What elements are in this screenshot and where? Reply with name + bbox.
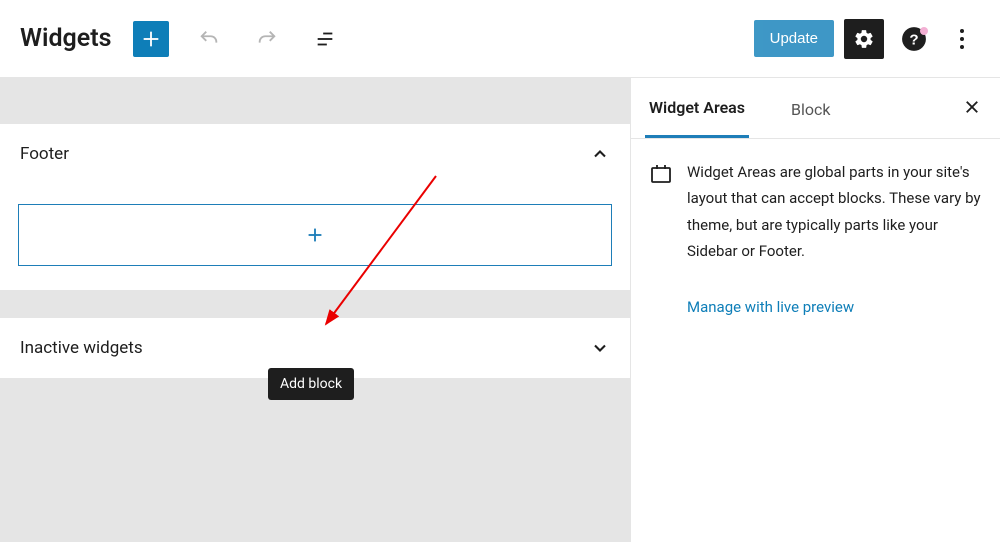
settings-sidebar: Widget Areas Block Widget Areas are glob… [630, 78, 1000, 542]
chevron-down-icon [590, 338, 610, 358]
more-options-button[interactable] [944, 19, 980, 59]
close-sidebar-button[interactable] [958, 94, 986, 122]
plus-outline-icon [304, 224, 326, 246]
header-right-group: Update ? [754, 19, 980, 59]
chevron-up-icon [590, 144, 610, 164]
kebab-icon [960, 29, 964, 49]
sidebar-tabs: Widget Areas Block [631, 78, 1000, 139]
header-left-group: Widgets [20, 21, 343, 57]
help-button[interactable]: ? [894, 19, 934, 59]
plus-icon [140, 28, 162, 50]
sidebar-text-wrap: Widget Areas are global parts in your si… [687, 159, 982, 316]
sidebar-description: Widget Areas are global parts in your si… [687, 159, 982, 264]
add-block-button[interactable] [133, 21, 169, 57]
appender-container [0, 184, 630, 290]
main-canvas: Footer Add block Inactive widgets [0, 78, 630, 542]
inactive-panel-title: Inactive widgets [20, 338, 143, 358]
widget-area-footer: Footer [0, 124, 630, 290]
document-overview-button[interactable] [307, 21, 343, 57]
sidebar-body: Widget Areas are global parts in your si… [631, 139, 1000, 336]
gear-icon [853, 28, 875, 50]
svg-text:?: ? [909, 31, 918, 48]
tab-widget-areas[interactable]: Widget Areas [645, 78, 749, 138]
redo-button[interactable] [249, 21, 285, 57]
widget-area-icon [649, 161, 673, 185]
add-block-tooltip: Add block [268, 368, 354, 400]
editor-header: Widgets Update ? [0, 0, 1000, 78]
manage-live-preview-link[interactable]: Manage with live preview [687, 298, 854, 316]
page-title: Widgets [20, 24, 111, 53]
editor-body: Footer Add block Inactive widgets [0, 78, 1000, 542]
undo-icon [198, 28, 220, 50]
list-outline-icon [314, 28, 336, 50]
footer-panel-title: Footer [20, 144, 69, 164]
settings-button[interactable] [844, 19, 884, 59]
redo-icon [256, 28, 278, 50]
tab-block[interactable]: Block [787, 80, 848, 137]
notification-dot-icon [920, 27, 928, 35]
update-button[interactable]: Update [754, 20, 834, 57]
undo-button[interactable] [191, 21, 227, 57]
close-icon [963, 98, 981, 116]
block-appender[interactable] [18, 204, 612, 266]
footer-panel-toggle[interactable]: Footer [0, 124, 630, 184]
